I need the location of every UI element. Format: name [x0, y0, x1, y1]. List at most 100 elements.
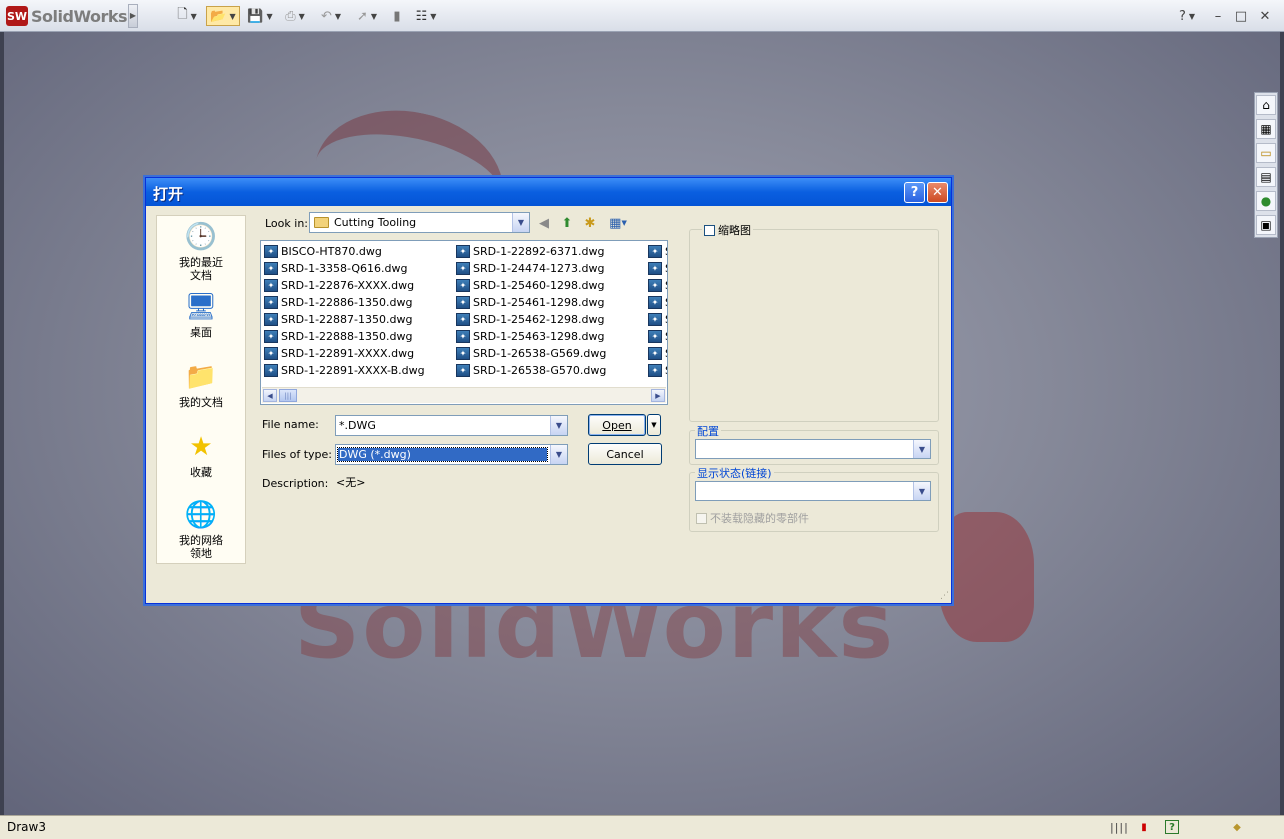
places-item-desktop[interactable]: 🖥 桌面 [157, 292, 245, 340]
list-item[interactable]: ✦ SRD-1-22892-6371.dwg [456, 243, 606, 260]
scroll-left-button[interactable]: ◀ [263, 389, 277, 402]
chevron-down-icon[interactable]: ▼ [913, 482, 930, 500]
rebuild-status-icon[interactable]: ▮ [1137, 820, 1151, 834]
list-item[interactable]: ✦ SRD-1-22887-1350.dwg [264, 311, 425, 328]
chevron-down-icon[interactable]: ▼ [550, 416, 567, 435]
list-item[interactable]: ✦S [648, 362, 667, 379]
dwg-file-icon: ✦ [648, 330, 662, 343]
tag-icon[interactable]: ◆ [1230, 820, 1244, 834]
list-item[interactable]: ✦S [648, 277, 667, 294]
list-item[interactable]: ✦ SRD-1-25461-1298.dwg [456, 294, 606, 311]
list-item[interactable]: ✦ SRD-1-25462-1298.dwg [456, 311, 606, 328]
list-item[interactable]: ✦ SRD-1-26538-G570.dwg [456, 362, 606, 379]
scroll-right-button[interactable]: ▶ [651, 389, 665, 402]
list-item[interactable]: ✦ SRD-1-22891-XXXX.dwg [264, 345, 425, 362]
views-menu-button[interactable]: ▦ ▼ [605, 214, 631, 232]
places-item-label: 我的最近 文档 [179, 256, 223, 282]
list-item[interactable]: ✦ BISCO-HT870.dwg [264, 243, 425, 260]
places-item-favorites[interactable]: ★ 收藏 [157, 432, 245, 480]
new-document-button[interactable]: 🗋 ▼ [172, 6, 202, 26]
look-in-select[interactable]: Cutting Tooling ▼ [309, 212, 530, 233]
toolbar-expand-arrow[interactable]: ▶ [128, 4, 138, 28]
options-button[interactable]: ☷ ▼ [410, 6, 442, 26]
display-state-select[interactable]: ▼ [695, 481, 931, 501]
scrollbar-thumb[interactable]: ||| [279, 389, 297, 402]
open-folder-icon: 📂 [210, 8, 227, 24]
file-name-input[interactable]: *.DWG ▼ [335, 415, 568, 436]
chevron-down-icon[interactable]: ▼ [512, 213, 529, 232]
list-item[interactable]: ✦ SRD-1-25460-1298.dwg [456, 277, 606, 294]
file-list-horizontal-scrollbar[interactable]: ◀ ||| ▶ [262, 387, 666, 403]
list-item[interactable]: ✦ SRD-1-26538-G569.dwg [456, 345, 606, 362]
file-name: SRD-1-22888-1350.dwg [281, 330, 413, 343]
minimize-button[interactable]: – [1209, 6, 1227, 26]
list-item[interactable]: ✦ SRD-1-22891-XXXX-B.dwg [264, 362, 425, 379]
list-item[interactable]: ✦S [648, 294, 667, 311]
chevron-down-icon[interactable]: ▼ [913, 440, 930, 458]
places-item-network[interactable]: 🌐 我的网络 领地 [157, 500, 245, 561]
open-options-dropdown[interactable]: ▼ [647, 414, 661, 436]
resize-grip-icon[interactable]: ⋰ [940, 591, 949, 601]
files-of-type-select[interactable]: DWG (*.dwg) ▼ [335, 444, 568, 465]
dialog-titlebar[interactable]: 打开 ? ✕ [146, 178, 951, 206]
configuration-select[interactable]: ▼ [695, 439, 931, 459]
dialog-close-button[interactable]: ✕ [927, 182, 948, 203]
undo-button[interactable]: ↶ ▼ [315, 6, 347, 26]
task-pane-appearance-button[interactable]: ● [1256, 191, 1276, 211]
app-logo[interactable]: SW SolidWorks [6, 5, 128, 27]
list-item[interactable]: ✦S [648, 311, 667, 328]
places-item-my-documents[interactable]: 📁 我的文档 [157, 362, 245, 410]
recent-documents-icon: 🕒 [184, 221, 218, 252]
thumbnail-preview-panel [689, 229, 939, 422]
dialog-help-button[interactable]: ? [904, 182, 925, 203]
dwg-file-icon: ✦ [264, 262, 278, 275]
list-item[interactable]: ✦S [648, 243, 667, 260]
close-icon: ✕ [1259, 8, 1271, 24]
save-button[interactable]: 💾 ▼ [245, 6, 275, 26]
select-button[interactable]: ➚ ▼ [352, 6, 382, 26]
up-folder-button[interactable]: ⬆ [558, 214, 576, 232]
list-item[interactable]: ✦ SRD-1-3358-Q616.dwg [264, 260, 425, 277]
back-button[interactable]: ◀ [535, 214, 553, 232]
places-item-recent[interactable]: 🕒 我的最近 文档 [157, 221, 245, 283]
close-app-button[interactable]: ✕ [1256, 6, 1274, 26]
task-pane-home-button[interactable]: ⌂ [1256, 95, 1276, 115]
list-item[interactable]: ✦ SRD-1-25463-1298.dwg [456, 328, 606, 345]
open-document-button[interactable]: 📂 ▼ [206, 6, 240, 26]
list-item[interactable]: ✦ SRD-1-24474-1273.dwg [456, 260, 606, 277]
open-button[interactable]: Open [588, 414, 646, 436]
list-item[interactable]: ✦S [648, 345, 667, 362]
cursor-arrow-icon: ➚ [356, 8, 368, 24]
help-menu-button[interactable]: ? ▼ [1175, 6, 1199, 26]
cancel-button[interactable]: Cancel [588, 443, 662, 465]
task-pane-view-palette-button[interactable]: ▤ [1256, 167, 1276, 187]
task-pane-library-button[interactable]: ▦ [1256, 119, 1276, 139]
status-bar: Draw3 |||| ▮ ? ◆ [0, 815, 1284, 839]
places-item-label: 我的网络 领地 [179, 534, 223, 560]
task-pane-explorer-button[interactable]: ▭ [1256, 143, 1276, 163]
new-document-icon: 🗋 [177, 7, 188, 22]
list-item[interactable]: ✦S [648, 328, 667, 345]
file-name: S [665, 313, 667, 326]
file-name: S [665, 279, 667, 292]
list-item[interactable]: ✦ SRD-1-22888-1350.dwg [264, 328, 425, 345]
task-pane-properties-button[interactable]: ▣ [1256, 215, 1276, 235]
thumbnail-checkbox[interactable]: 缩略图 [702, 222, 753, 238]
files-of-type-label: Files of type: [262, 448, 333, 461]
list-item[interactable]: ✦ SRD-1-22886-1350.dwg [264, 294, 425, 311]
list-item[interactable]: ✦S [648, 260, 667, 277]
chevron-down-icon[interactable]: ▼ [550, 445, 567, 464]
chevron-down-icon: ▼ [229, 11, 236, 21]
checkbox-icon[interactable] [704, 224, 715, 236]
new-folder-button[interactable]: ✱ [581, 214, 599, 232]
checkbox-icon[interactable] [696, 512, 707, 524]
rebuild-button[interactable]: ▮ [389, 6, 405, 26]
up-folder-icon: ⬆ [561, 215, 573, 231]
list-item[interactable]: ✦ SRD-1-22876-XXXX.dwg [264, 277, 425, 294]
maximize-button[interactable]: □ [1232, 6, 1250, 26]
hide-components-checkbox[interactable]: 不装载隐藏的零部件 [696, 510, 809, 526]
file-name: SRD-1-22876-XXXX.dwg [281, 279, 415, 292]
dwg-file-icon: ✦ [456, 279, 470, 292]
print-button[interactable]: ⎙ ▼ [280, 6, 310, 26]
help-status-icon[interactable]: ? [1165, 820, 1179, 834]
